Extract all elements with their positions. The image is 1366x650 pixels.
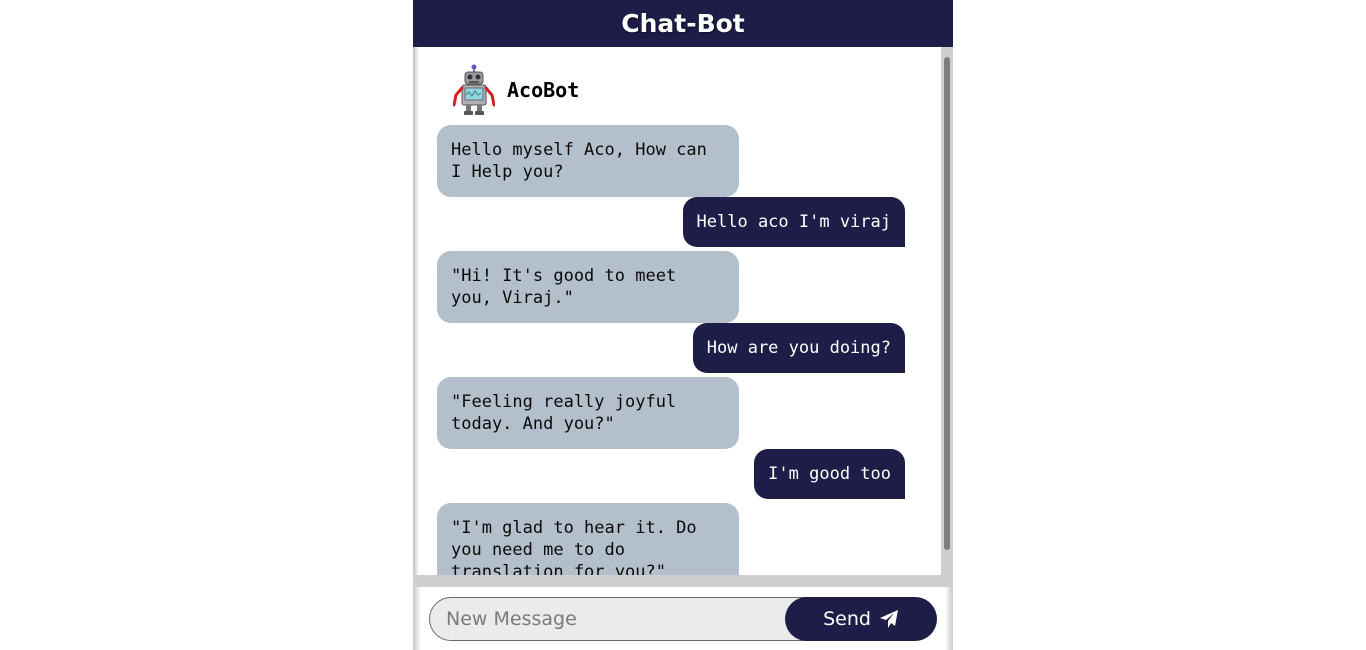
bot-name: AcoBot (507, 78, 580, 102)
composer: Send (413, 575, 953, 650)
chat-app: Chat-Bot AcoBot Hello myself Aco, How ca… (413, 0, 953, 650)
robot-icon (453, 64, 495, 115)
bot-message: "Feeling really joyful today. And you?" (437, 377, 739, 449)
chat-log[interactable]: AcoBot Hello myself Aco, How can I Help … (413, 47, 953, 575)
paper-plane-icon (879, 610, 898, 628)
user-message: I'm good too (754, 449, 905, 499)
user-message: Hello aco I'm viraj (682, 197, 905, 247)
bot-message: "I'm glad to hear it. Do you need me to … (437, 503, 739, 575)
app-header: Chat-Bot (413, 0, 953, 47)
bot-message: "Hi! It's good to meet you, Viraj." (437, 251, 739, 323)
user-message: How are you doing? (692, 323, 905, 373)
scrollbar-thumb[interactable] (944, 57, 950, 550)
chat-messages: AcoBot Hello myself Aco, How can I Help … (425, 47, 929, 575)
bot-message: Hello myself Aco, How can I Help you? (437, 125, 739, 197)
chat-scrollbar[interactable] (941, 47, 953, 575)
bot-header: AcoBot (453, 64, 579, 116)
message-input[interactable] (429, 597, 809, 641)
send-button[interactable]: Send (785, 597, 937, 641)
send-button-label: Send (823, 608, 871, 630)
header-title: Chat-Bot (621, 9, 745, 38)
